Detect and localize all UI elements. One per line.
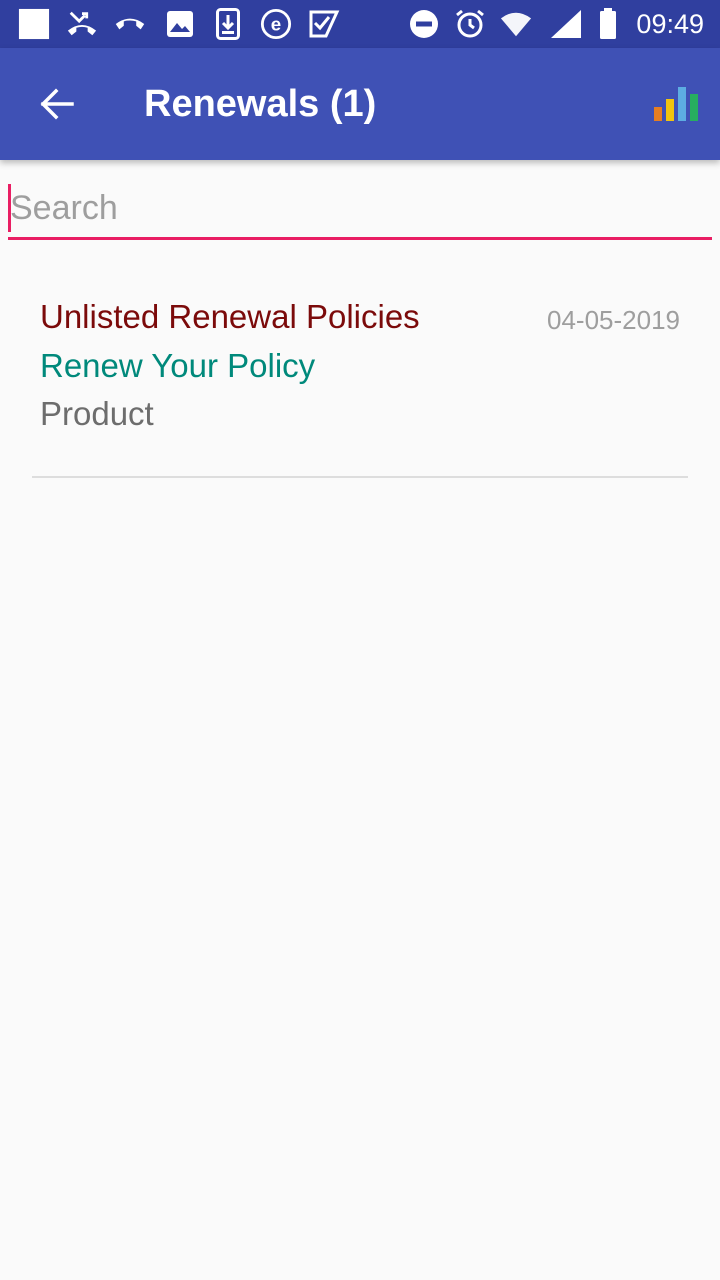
- call-end-icon: [114, 8, 146, 40]
- status-time: 09:49: [636, 9, 704, 39]
- image-icon: [164, 8, 196, 40]
- stats-button[interactable]: [648, 76, 704, 132]
- back-button[interactable]: [24, 72, 88, 136]
- item-product: Product: [40, 395, 154, 432]
- search-input[interactable]: [8, 180, 712, 240]
- wifi-icon: [500, 8, 532, 40]
- status-bar: e 09:49: [0, 0, 720, 48]
- page-title: Renewals (1): [144, 83, 377, 125]
- download-icon: [212, 8, 244, 40]
- check-badge-icon: [308, 8, 340, 40]
- item-title: Unlisted Renewal Policies: [40, 298, 420, 335]
- search-container: [8, 180, 712, 246]
- signal-icon: [550, 8, 582, 40]
- alarm-icon: [454, 8, 486, 40]
- square-notification-icon: [18, 8, 50, 40]
- svg-text:e: e: [271, 14, 281, 35]
- e-circle-icon: e: [260, 8, 292, 40]
- item-date: 04-05-2019: [547, 305, 680, 335]
- app-bar: Renewals (1): [0, 48, 720, 160]
- battery-icon: [592, 8, 624, 40]
- dnd-icon: [408, 8, 440, 40]
- arrow-back-icon[interactable]: [38, 88, 74, 120]
- bar-chart-icon[interactable]: [653, 85, 699, 123]
- text-cursor: [8, 184, 11, 232]
- missed-call-icon: [66, 8, 98, 40]
- item-subtitle: Renew Your Policy: [40, 347, 316, 384]
- list-item[interactable]: Unlisted Renewal Policies 04-05-2019 Ren…: [32, 280, 688, 478]
